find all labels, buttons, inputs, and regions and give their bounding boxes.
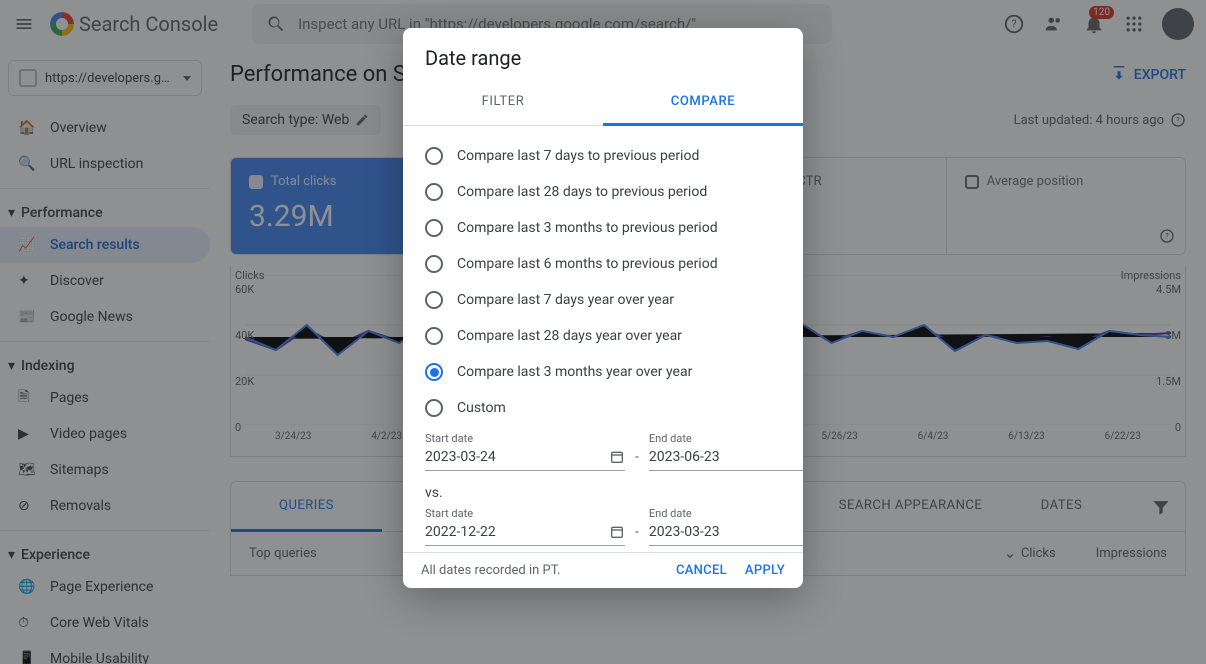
radio-icon	[425, 219, 443, 237]
compare-option-28d-prev[interactable]: Compare last 28 days to previous period	[421, 174, 785, 210]
modal-tab-compare[interactable]: COMPARE	[603, 80, 803, 126]
end-date-1[interactable]: End date	[649, 432, 803, 471]
calendar-icon[interactable]	[609, 449, 625, 465]
start-date-2[interactable]: Start date	[425, 507, 625, 546]
apply-button[interactable]: APPLY	[745, 563, 785, 578]
radio-icon	[425, 399, 443, 417]
date-range-separator: -	[635, 449, 639, 471]
radio-icon	[425, 255, 443, 273]
compare-option-3m-yoy[interactable]: Compare last 3 months year over year	[421, 354, 785, 390]
vs-label: vs.	[425, 485, 781, 501]
timezone-note: All dates recorded in PT.	[421, 563, 658, 578]
radio-checked-icon	[425, 363, 443, 381]
dialog-title: Date range	[403, 28, 803, 80]
compare-option-7d-prev[interactable]: Compare last 7 days to previous period	[421, 138, 785, 174]
start-date-1[interactable]: Start date	[425, 432, 625, 471]
calendar-icon[interactable]	[609, 524, 625, 540]
radio-icon	[425, 147, 443, 165]
radio-icon	[425, 291, 443, 309]
date-range-separator: -	[635, 524, 639, 546]
compare-option-7d-yoy[interactable]: Compare last 7 days year over year	[421, 282, 785, 318]
end-date-1-input[interactable]	[649, 449, 803, 465]
compare-option-custom[interactable]: Custom	[421, 390, 785, 426]
start-date-1-input[interactable]	[425, 449, 603, 465]
cancel-button[interactable]: CANCEL	[676, 563, 727, 578]
compare-option-3m-prev[interactable]: Compare last 3 months to previous period	[421, 210, 785, 246]
date-range-dialog: Date range FILTER COMPARE Compare last 7…	[403, 28, 803, 588]
radio-icon	[425, 183, 443, 201]
end-date-2-input[interactable]	[649, 524, 803, 540]
radio-icon	[425, 327, 443, 345]
start-date-2-input[interactable]	[425, 524, 603, 540]
compare-option-6m-prev[interactable]: Compare last 6 months to previous period	[421, 246, 785, 282]
modal-scrim[interactable]: Date range FILTER COMPARE Compare last 7…	[0, 0, 1206, 664]
compare-option-28d-yoy[interactable]: Compare last 28 days year over year	[421, 318, 785, 354]
end-date-2[interactable]: End date	[649, 507, 803, 546]
modal-tab-filter[interactable]: FILTER	[403, 80, 603, 125]
